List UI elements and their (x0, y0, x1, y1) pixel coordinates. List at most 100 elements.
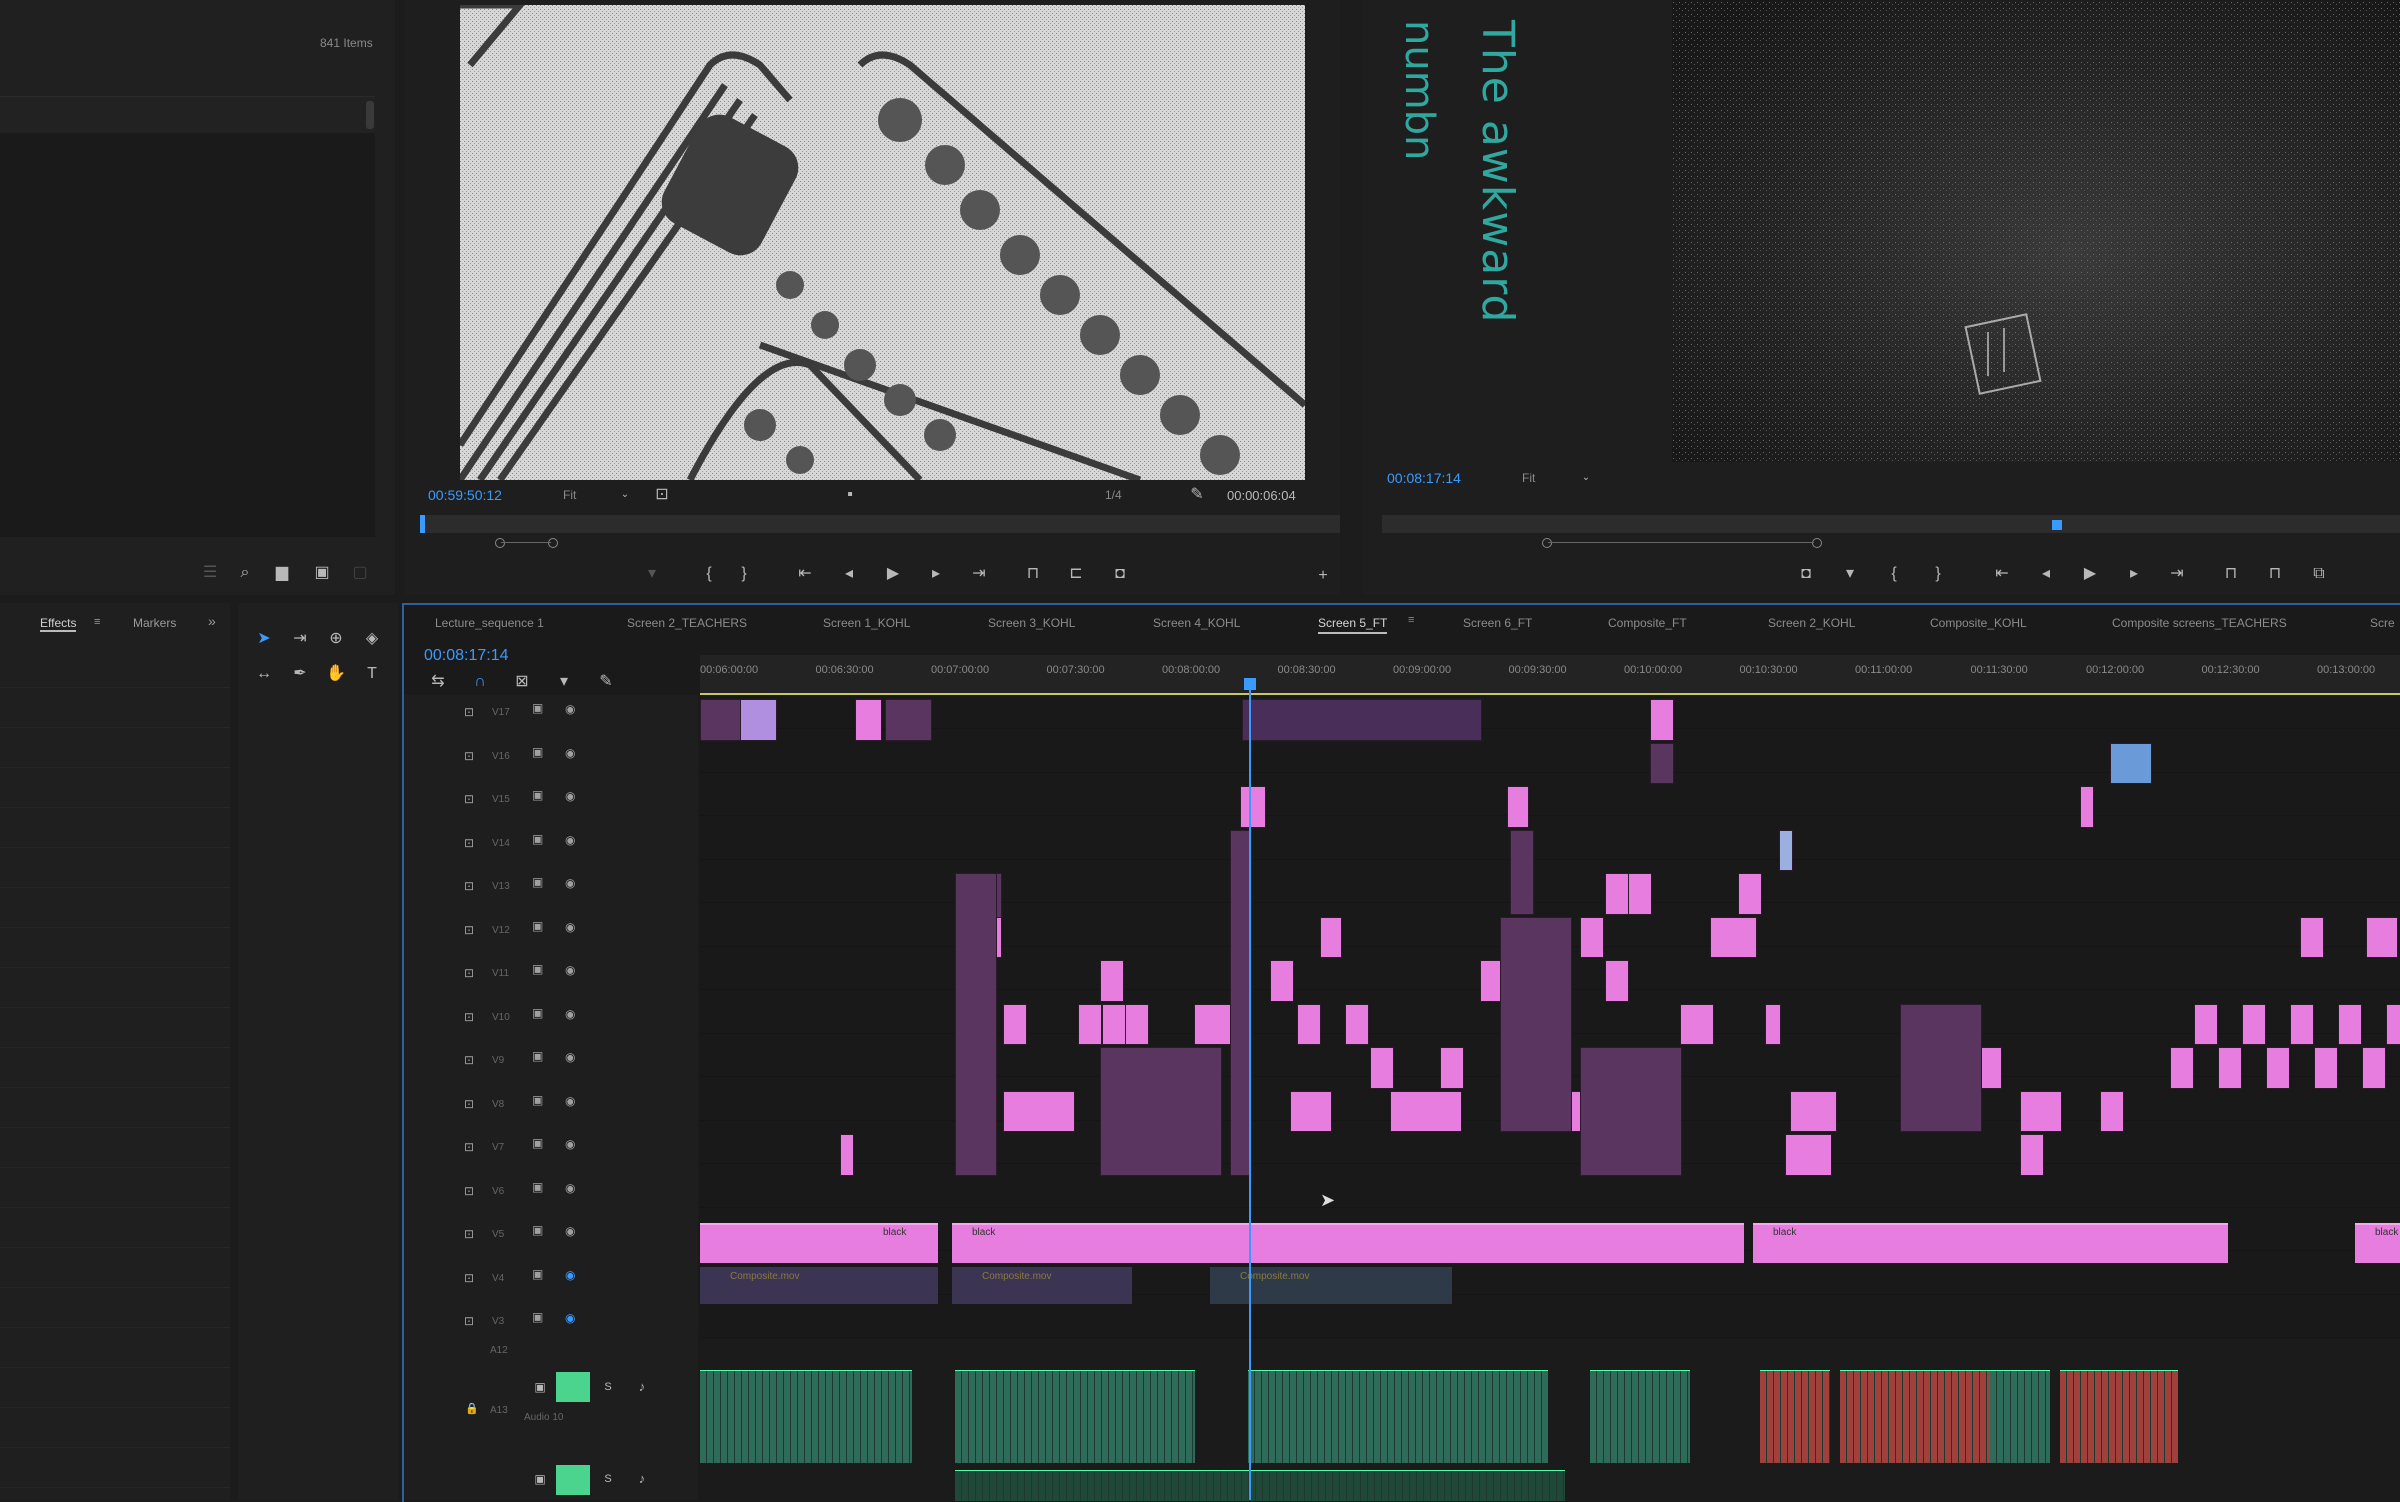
ripple-edit-tool-icon[interactable]: ⊕ (324, 630, 348, 648)
toggle-output-icon[interactable]: ▣ (532, 962, 543, 976)
tab-effects[interactable]: Effects (40, 616, 77, 632)
program-playhead[interactable] (2052, 520, 2062, 530)
audio-clip[interactable] (1590, 1370, 1690, 1463)
toggle-output-icon[interactable]: ▣ (532, 832, 543, 846)
eye-icon[interactable]: ◉ (565, 1311, 575, 1325)
wrench-icon[interactable]: ✎ (594, 673, 618, 691)
list-view-icon[interactable]: ☰ (198, 564, 222, 582)
track-select-tool-icon[interactable]: ⇥ (288, 630, 312, 648)
eye-icon[interactable]: ◉ (565, 702, 575, 716)
solo-icon[interactable]: S (596, 1378, 620, 1396)
black-clip[interactable]: black (700, 1223, 938, 1263)
eye-icon[interactable]: ◉ (565, 876, 575, 890)
type-tool-icon[interactable]: T (360, 665, 384, 683)
tab-sequence-12[interactable]: Scre (2370, 616, 2395, 630)
new-bin-icon[interactable]: ▆ (270, 564, 294, 582)
tab-sequence-9[interactable]: Screen 2_KOHL (1768, 616, 1855, 630)
eye-icon[interactable]: ◉ (565, 1137, 575, 1151)
step-back-icon[interactable]: ◂ (837, 565, 861, 583)
step-back-icon[interactable]: ◂ (2034, 565, 2058, 583)
play-icon[interactable]: ▶ (2078, 565, 2102, 583)
tab-sequence-3[interactable]: Screen 1_KOHL (823, 616, 910, 630)
lock-icon[interactable]: 🔒 (460, 1400, 484, 1418)
eye-icon[interactable]: ◉ (565, 963, 575, 977)
video-clip[interactable] (1510, 829, 1534, 915)
chevron-down-icon[interactable]: ⌄ (613, 486, 637, 504)
go-to-out-icon[interactable]: ⇥ (2165, 565, 2189, 583)
video-clip[interactable] (1125, 1003, 1149, 1045)
video-clip[interactable] (1240, 786, 1266, 828)
extract-icon[interactable]: ⊓ (2263, 565, 2287, 583)
add-button-icon[interactable]: + (1311, 567, 1335, 585)
lock-icon[interactable]: ⊡ (464, 792, 474, 806)
video-clip[interactable] (2194, 1003, 2218, 1045)
go-to-out-icon[interactable]: ⇥ (967, 565, 991, 583)
tab-sequence-1[interactable]: Lecture_sequence 1 (435, 616, 544, 630)
wrench-icon[interactable]: ✎ (1185, 486, 1209, 504)
black-clip[interactable]: black (1753, 1223, 2228, 1263)
selection-tool-icon[interactable]: ➤ (252, 630, 276, 648)
composite-clip[interactable]: Composite.mov (952, 1266, 1132, 1304)
video-clip[interactable] (1785, 1134, 1832, 1176)
eye-icon[interactable]: ◉ (565, 1050, 575, 1064)
effects-menu-icon[interactable]: ≡ (94, 616, 100, 628)
add-marker-icon[interactable]: ▾ (640, 565, 664, 583)
export-frame-icon[interactable]: ▪ (838, 486, 862, 504)
composite-clip[interactable]: Composite.mov (1210, 1266, 1452, 1304)
eye-icon[interactable]: ◉ (565, 1007, 575, 1021)
video-clip[interactable] (2300, 916, 2324, 958)
mic-icon[interactable]: ♪ (630, 1470, 654, 1488)
video-clip[interactable] (1370, 1047, 1394, 1089)
video-clip[interactable] (1680, 1003, 1714, 1045)
toggle-output-icon[interactable]: ▣ (532, 1180, 543, 1194)
new-item-icon[interactable]: ▣ (310, 564, 334, 582)
video-clip[interactable] (2218, 1047, 2242, 1089)
panel-overflow-icon[interactable]: » (208, 613, 216, 629)
video-clip[interactable] (2020, 1090, 2062, 1132)
video-clip[interactable] (1580, 916, 1604, 958)
video-clip[interactable] (2362, 1047, 2386, 1089)
solo-icon[interactable]: S (596, 1470, 620, 1488)
video-clip[interactable] (1710, 916, 1757, 958)
eye-icon[interactable]: ◉ (565, 1268, 575, 1282)
toggle-output-icon[interactable]: ▣ (532, 875, 543, 889)
mark-in-icon[interactable]: { (1882, 565, 1906, 583)
tab-sequence-active[interactable]: Screen 5_FT (1318, 616, 1388, 634)
snap-icon[interactable]: ∩ (468, 673, 492, 691)
tab-sequence-4[interactable]: Screen 3_KOHL (988, 616, 1075, 630)
tab-markers[interactable]: Markers (133, 616, 176, 630)
project-scrollbar[interactable] (366, 101, 374, 129)
toggle-output-icon[interactable]: ▣ (532, 1223, 543, 1237)
video-clip[interactable] (1345, 1003, 1369, 1045)
eye-icon[interactable]: ◉ (565, 1181, 575, 1195)
source-timecode[interactable]: 00:59:50:12 (428, 487, 502, 503)
lock-icon[interactable]: ⊡ (464, 749, 474, 763)
video-clip[interactable] (700, 699, 742, 741)
timeline-playhead-line[interactable] (1249, 690, 1251, 1500)
video-clip[interactable] (1390, 1090, 1462, 1132)
mark-in-icon[interactable]: { (697, 565, 721, 583)
tab-sequence-2[interactable]: Screen 2_TEACHERS (627, 616, 747, 630)
tab-sequence-5[interactable]: Screen 4_KOHL (1153, 616, 1240, 630)
video-clip[interactable] (1500, 916, 1572, 1132)
video-clip[interactable] (1650, 699, 1674, 741)
black-clip[interactable]: black (2355, 1223, 2400, 1263)
video-clip[interactable] (1100, 1047, 1222, 1176)
audio-clip[interactable] (2060, 1370, 2178, 1463)
toggle-output-icon[interactable]: ▣ (532, 1136, 543, 1150)
video-clip[interactable] (1605, 960, 1629, 1002)
video-clip[interactable] (2080, 786, 2094, 828)
source-out-marker[interactable] (548, 538, 558, 548)
mic-icon[interactable]: ♪ (630, 1378, 654, 1396)
toggle-output-icon[interactable]: ▣ (532, 1006, 543, 1020)
lock-icon[interactable]: ⊡ (464, 879, 474, 893)
toggle-output-icon[interactable]: ▣ (532, 1310, 543, 1324)
close-icon[interactable]: ≡ (1408, 614, 1414, 626)
project-list-row[interactable] (0, 97, 375, 133)
program-scrub-bar[interactable] (1382, 515, 2400, 533)
video-clip[interactable] (1765, 1003, 1781, 1045)
program-in-marker[interactable] (1542, 538, 1552, 548)
video-clip[interactable] (955, 873, 997, 1176)
lock-icon[interactable]: ⊡ (464, 1227, 474, 1241)
compare-icon[interactable]: ⧉ (2307, 565, 2331, 583)
